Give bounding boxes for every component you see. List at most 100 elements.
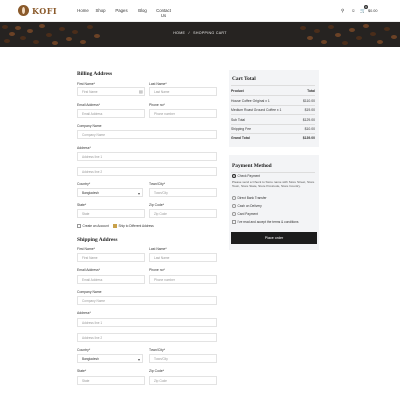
payment-option-bank[interactable]: Direct Bank Transfer — [232, 196, 267, 200]
cart-total-title: Cart Total — [232, 76, 256, 82]
grand-total-value: $139.00 — [302, 136, 315, 140]
shipping-fee-value: $10.00 — [304, 127, 315, 131]
shipping-address1-input[interactable]: Address line 1 — [77, 318, 217, 327]
billing-first-name-input[interactable]: First Name — [77, 87, 145, 96]
brand-logo[interactable]: KOFI — [18, 5, 57, 16]
billing-state-label: State* — [77, 203, 87, 207]
create-account-checkbox[interactable] — [77, 224, 81, 228]
chevron-down-icon: ▾ — [137, 357, 140, 362]
shipping-country-label: Country* — [77, 348, 91, 352]
subtotal-value: $129.00 — [302, 118, 315, 122]
payment-option-check[interactable]: Check Payment — [232, 174, 260, 178]
billing-title: Billing Address — [77, 71, 113, 77]
cart-total-panel: Cart Total Product Total House Coffee Or… — [229, 70, 319, 147]
shipping-last-name-label: Last Name* — [149, 247, 167, 251]
site-header: KOFI Home Shop Pages Blog Contact Us ⚲ ☺… — [0, 0, 400, 22]
nav-pages[interactable]: Pages — [111, 8, 132, 18]
billing-state-input[interactable]: State — [77, 209, 145, 218]
shipping-email-input[interactable]: Email Address — [77, 275, 145, 284]
check-payment-description: Please send a Check to Store name with S… — [232, 180, 315, 189]
payment-option-cod[interactable]: Cash on Delivery — [232, 204, 262, 208]
billing-country-value: Bangladesh — [82, 191, 99, 195]
cash-on-delivery-label: Cash on Delivery — [237, 204, 262, 208]
shipping-town-input[interactable]: Town/City — [149, 354, 217, 363]
shipping-town-label: Town/City* — [149, 348, 166, 352]
ship-different-label: Ship to Different Address — [118, 224, 154, 228]
shipping-first-name-label: First Name* — [77, 247, 95, 251]
breadcrumb: HOME / SHOPPING CART — [0, 31, 400, 35]
billing-email-input[interactable]: Email Address — [77, 109, 145, 118]
billing-last-name-input[interactable]: Last Name — [149, 87, 217, 96]
grand-total-label: Grand Total — [231, 136, 250, 140]
billing-town-input[interactable]: Town/City — [149, 188, 217, 197]
terms-label: I've read and accept the terms & conditi… — [237, 220, 299, 224]
bank-transfer-label: Direct Bank Transfer — [237, 196, 267, 200]
card-payment-radio[interactable] — [232, 212, 236, 216]
payment-option-card[interactable]: Card Payment — [232, 212, 258, 216]
ship-different-option[interactable]: Ship to Different Address — [113, 224, 154, 228]
billing-phone-input[interactable]: Phone number — [149, 109, 217, 118]
shipping-last-name-input[interactable]: Last Name — [149, 253, 217, 262]
create-account-option[interactable]: Create an Account — [77, 224, 109, 228]
billing-country-select[interactable]: Bangladesh ▾ — [77, 188, 143, 197]
nav-shop[interactable]: Shop — [90, 8, 111, 18]
check-payment-label: Check Payment — [237, 174, 261, 178]
terms-checkbox[interactable] — [232, 220, 236, 224]
billing-email-label: Email Address* — [77, 103, 100, 107]
coffee-bean-icon — [18, 5, 29, 16]
billing-zip-label: Zip Code* — [149, 203, 165, 207]
col-total: Total — [307, 89, 315, 93]
ship-different-checkbox[interactable] — [113, 224, 117, 228]
terms-option[interactable]: I've read and accept the terms & conditi… — [232, 220, 299, 224]
billing-address-label: Address* — [77, 146, 91, 150]
search-icon[interactable]: ⚲ — [341, 8, 344, 14]
shipping-zip-input[interactable]: Zip Code — [149, 376, 217, 385]
shipping-first-name-input[interactable]: First Name — [77, 253, 145, 262]
breadcrumb-current: SHOPPING CART — [193, 31, 227, 35]
shipping-address2-input[interactable]: Address line 2 — [77, 333, 217, 342]
col-product: Product — [231, 89, 244, 93]
cart-header-row: Product Total — [231, 89, 315, 93]
nav-home[interactable]: Home — [76, 8, 90, 18]
cart-item-total: $19.00 — [304, 108, 315, 112]
check-payment-radio[interactable] — [232, 174, 236, 178]
billing-company-input[interactable]: Company Name — [77, 130, 217, 139]
cart-item-name: Medium Roast Ground Coffee x 1 — [231, 108, 282, 112]
cash-on-delivery-radio[interactable] — [232, 204, 236, 208]
cart-total[interactable]: $0.00 — [368, 9, 378, 13]
billing-last-name-label: Last Name* — [149, 82, 167, 86]
shipping-email-label: Email Address* — [77, 268, 100, 272]
subtotal-label: Sub Total — [231, 118, 246, 122]
shipping-state-input[interactable]: State — [77, 376, 145, 385]
billing-zip-input[interactable]: Zip Code — [149, 209, 217, 218]
shipping-phone-label: Phone no* — [149, 268, 165, 272]
shipping-country-select[interactable]: Bangladesh ▾ — [77, 354, 143, 363]
table-row: House Coffee Original x 1 $110.00 — [231, 99, 315, 103]
bank-transfer-radio[interactable] — [232, 196, 236, 200]
user-icon[interactable]: ☺ — [351, 8, 356, 13]
chevron-down-icon: ▾ — [137, 191, 140, 196]
billing-town-label: Town/City* — [149, 182, 166, 186]
cart-item-total: $110.00 — [302, 99, 315, 103]
shipping-fee-label: Shipping Fee — [231, 127, 251, 131]
billing-first-name-label: First Name* — [77, 82, 95, 86]
place-order-button[interactable]: Place order — [231, 232, 317, 244]
billing-phone-label: Phone no* — [149, 103, 165, 107]
shipping-address-label: Address* — [77, 311, 91, 315]
table-row: Medium Roast Ground Coffee x 1 $19.00 — [231, 108, 315, 112]
grand-total-row: Grand Total $139.00 — [231, 136, 315, 140]
payment-title: Payment Method — [232, 163, 272, 169]
billing-address2-input[interactable]: Address line 2 — [77, 167, 217, 176]
shipping-state-label: State* — [77, 369, 87, 373]
main-nav: Home Shop Pages Blog Contact Us — [76, 8, 174, 18]
billing-country-label: Country* — [77, 182, 91, 186]
nav-contact[interactable]: Contact Us — [153, 8, 174, 18]
shipping-phone-input[interactable]: Phone number — [149, 275, 217, 284]
shipping-fee-row: Shipping Fee $10.00 — [231, 127, 315, 131]
shipping-country-value: Bangladesh — [82, 357, 99, 361]
billing-company-label: Company Name — [77, 124, 102, 128]
billing-address1-input[interactable]: Address line 1 — [77, 152, 217, 161]
nav-blog[interactable]: Blog — [132, 8, 153, 18]
breadcrumb-home[interactable]: HOME — [173, 31, 185, 35]
shipping-company-input[interactable]: Company Name — [77, 296, 217, 305]
